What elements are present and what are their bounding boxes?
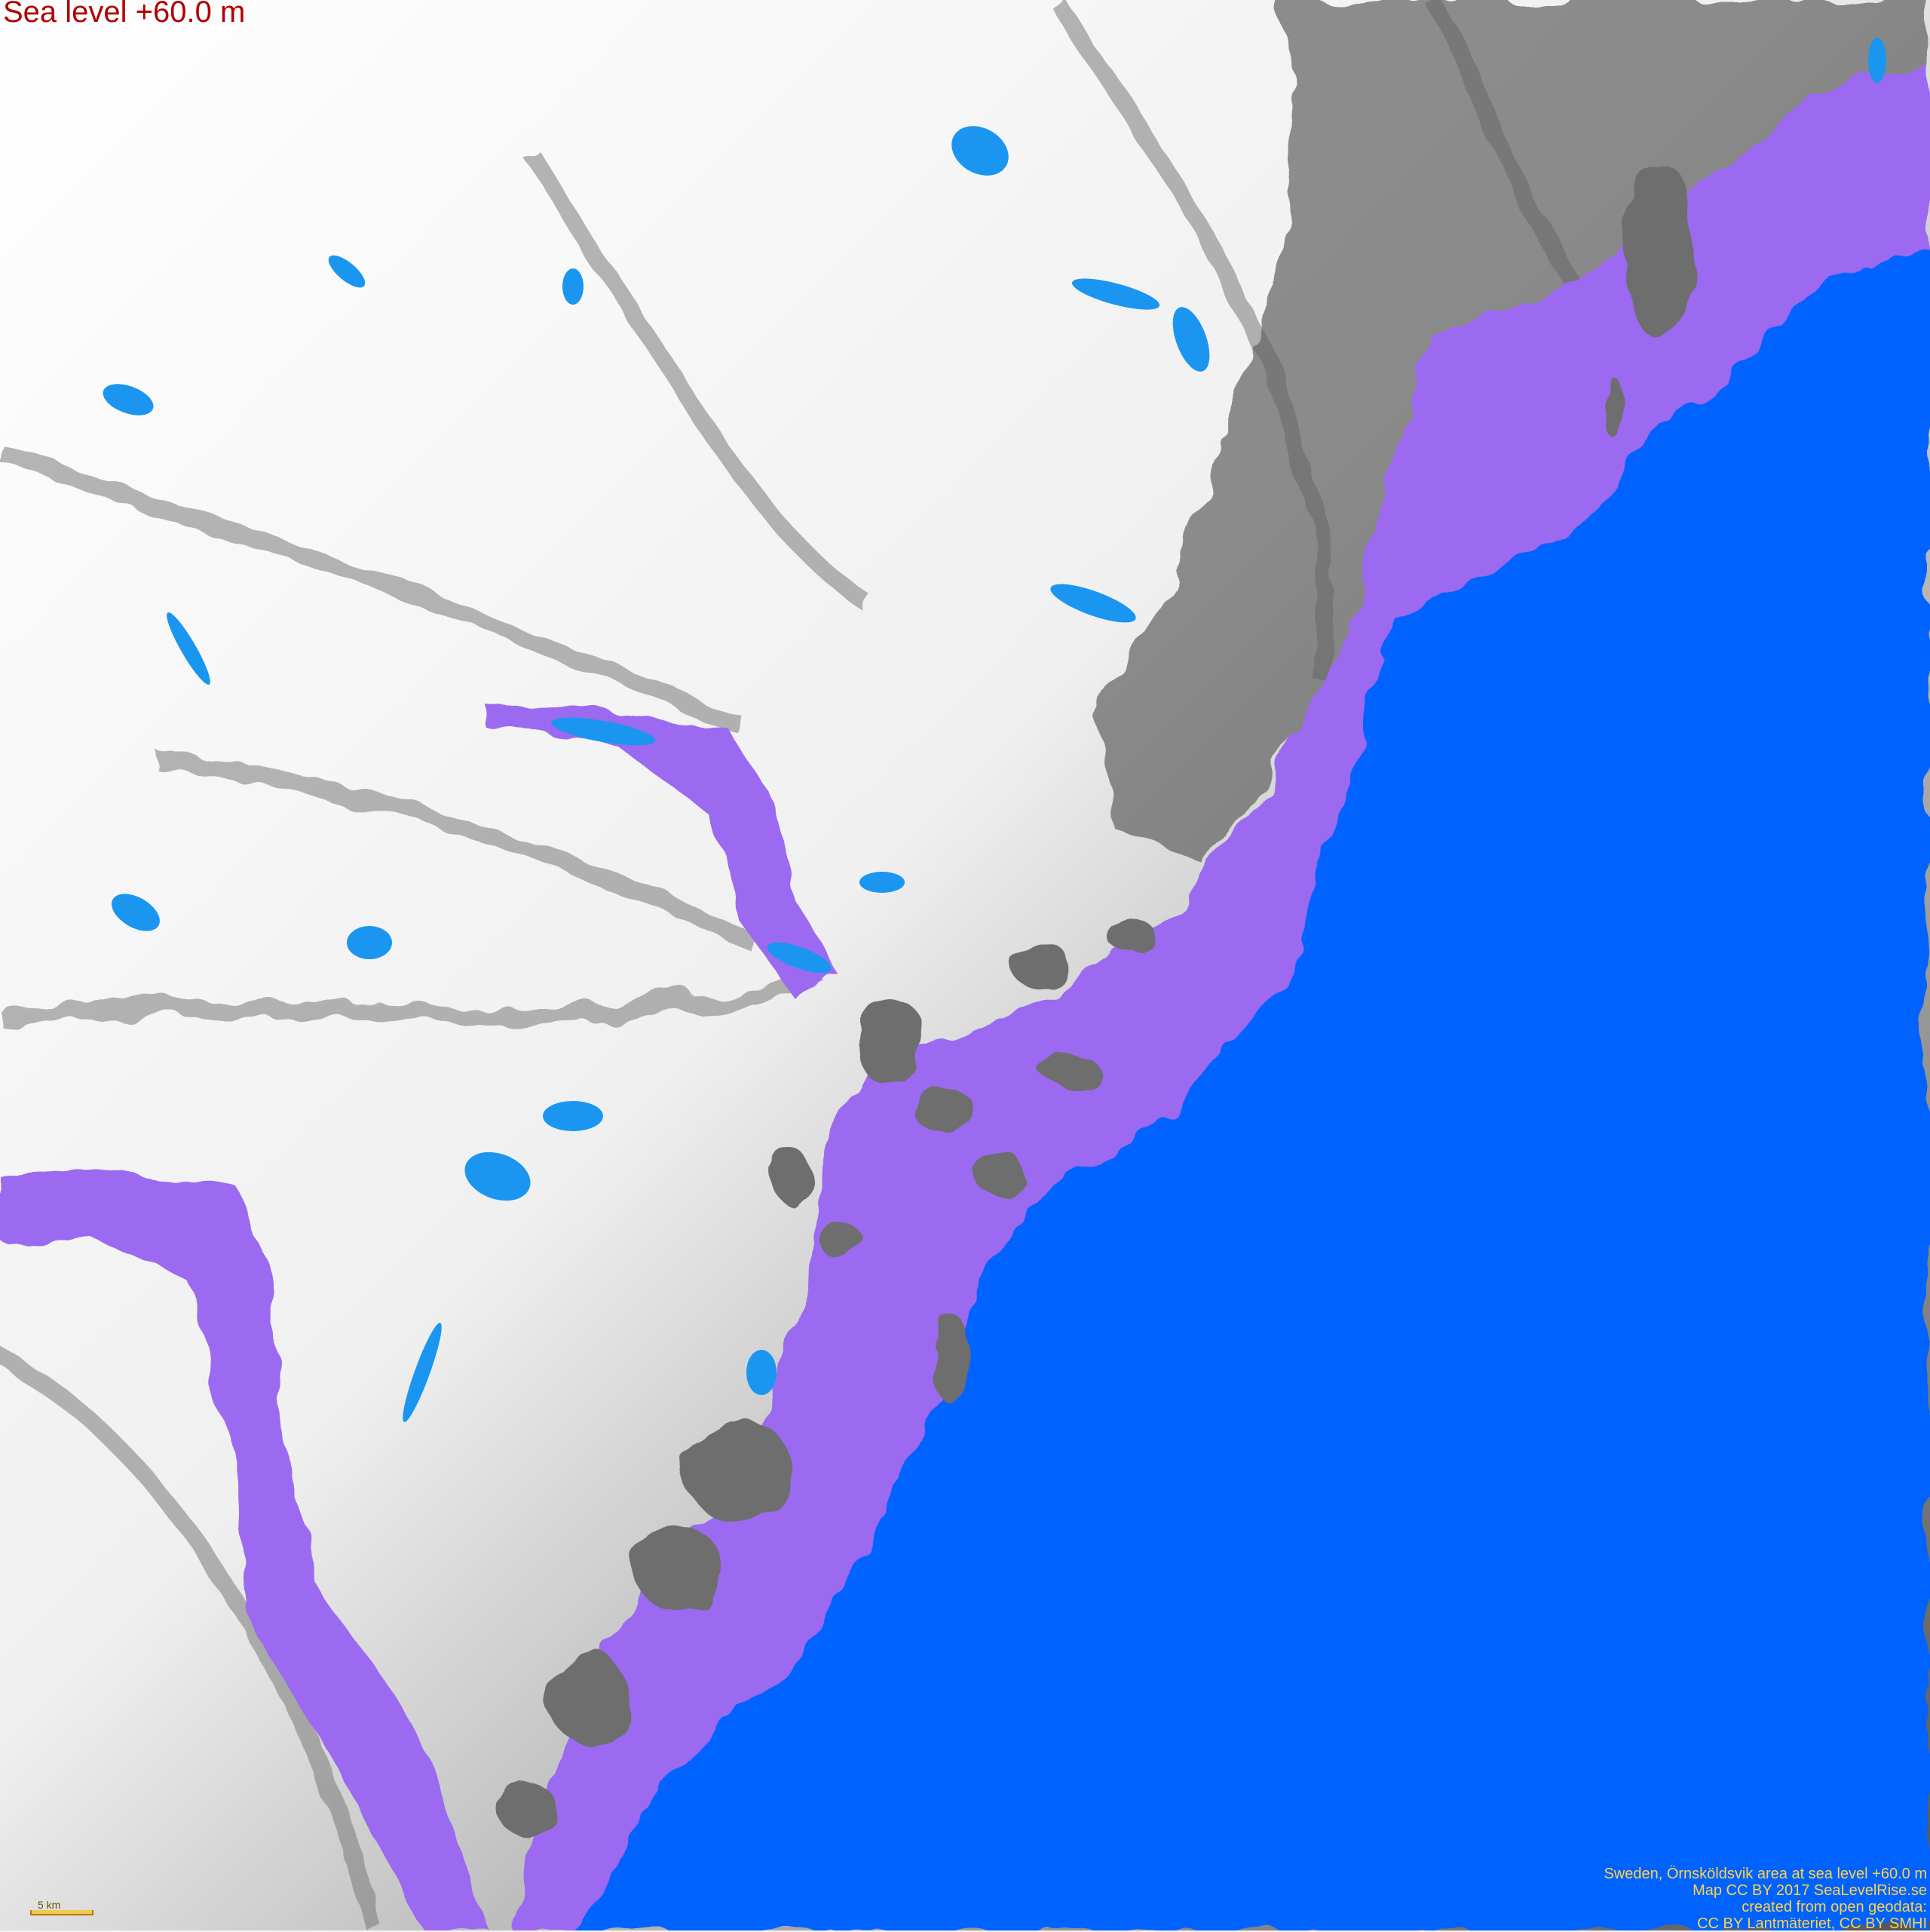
scale-bar-line <box>30 1910 93 1915</box>
elevation-map <box>0 0 1930 1930</box>
credit-line: CC BY Lantmäteriet, CC BY SMHI <box>1697 1915 1927 1932</box>
credit-line: created from open geodata: <box>1742 1899 1927 1915</box>
map-credits: Sweden, Örnsköldsvik area at sea level +… <box>1604 1866 1927 1932</box>
credit-line: Sweden, Örnsköldsvik area at sea level +… <box>1604 1866 1927 1882</box>
credit-line: Map CC BY 2017 SeaLevelRise.se <box>1693 1882 1927 1899</box>
scale-bar-label: 5 km <box>38 1899 61 1911</box>
sea-level-title: Sea level +60.0 m <box>3 0 246 29</box>
scale-bar: 5 km <box>30 1899 93 1915</box>
